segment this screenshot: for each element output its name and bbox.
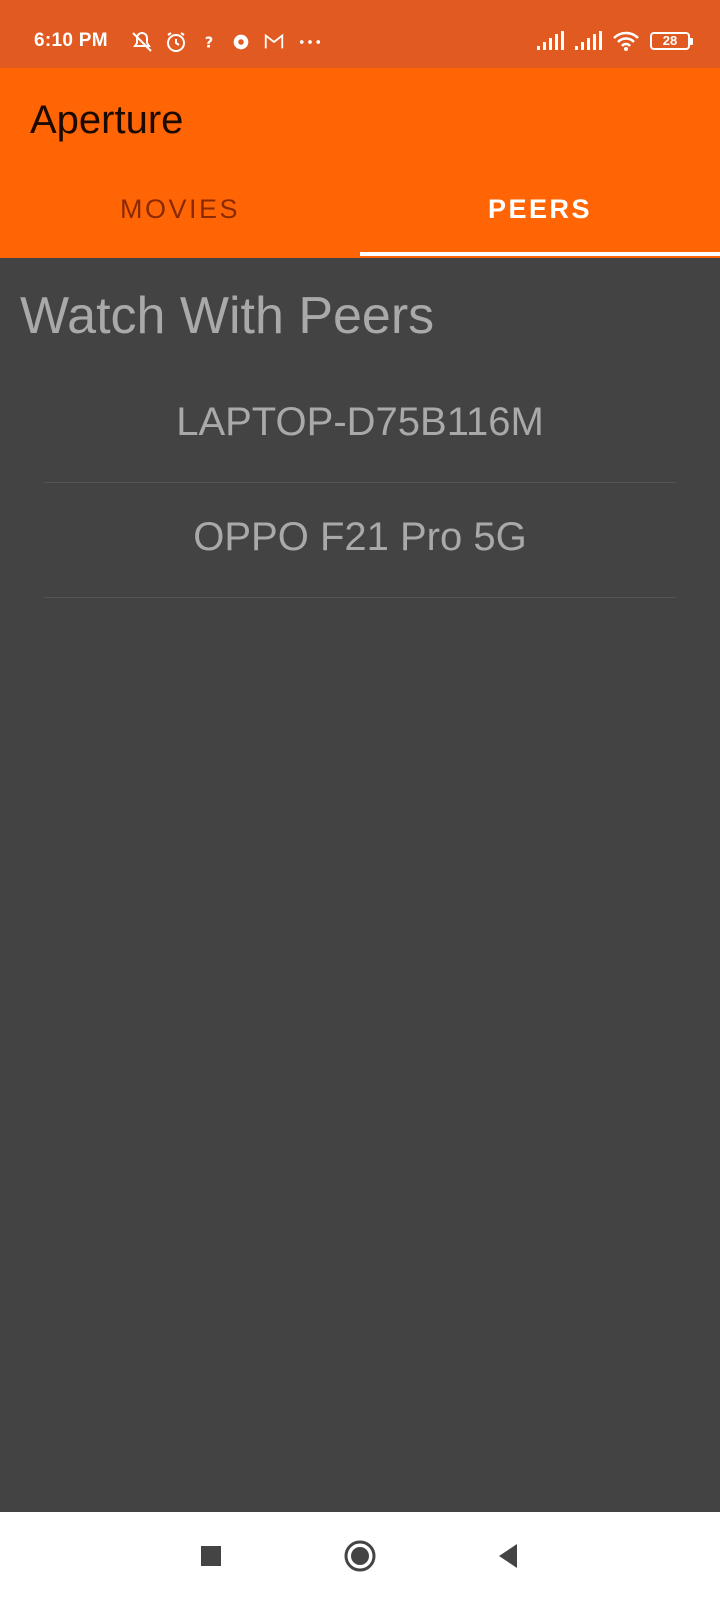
home-button[interactable] — [338, 1534, 382, 1578]
status-bar: 6:10 PM ? 28 — [0, 0, 720, 68]
gmail-icon — [264, 33, 284, 49]
svg-text:?: ? — [205, 35, 214, 52]
tab-selected-indicator — [360, 252, 720, 256]
signal-icon — [575, 31, 602, 50]
peer-list: LAPTOP-D75B116M OPPO F21 Pro 5G — [44, 368, 676, 598]
home-icon — [344, 1540, 376, 1572]
back-icon — [499, 1544, 517, 1568]
status-time: 6:10 PM — [34, 30, 108, 51]
peer-item[interactable]: LAPTOP-D75B116M — [44, 368, 676, 483]
alarm-icon — [167, 32, 185, 52]
back-button[interactable] — [486, 1534, 530, 1578]
peer-item[interactable]: OPPO F21 Pro 5G — [44, 483, 676, 598]
wifi-icon — [613, 31, 639, 51]
app-title: Aperture — [30, 98, 184, 142]
navigation-bar — [0, 1512, 720, 1600]
wifi-question-icon: ? — [205, 35, 214, 52]
battery-icon: 28 — [650, 32, 693, 50]
recents-button[interactable] — [189, 1534, 233, 1578]
signal-icon — [537, 31, 564, 50]
tab-peers[interactable]: PEERS — [360, 190, 720, 256]
record-icon — [233, 34, 249, 50]
mute-icon — [132, 31, 152, 52]
status-icons-right: 28 — [536, 30, 693, 52]
battery-level: 28 — [662, 33, 678, 48]
status-icons-left: ? — [130, 30, 324, 54]
tab-movies[interactable]: MOVIES — [0, 190, 360, 256]
page-title: Watch With Peers — [20, 287, 435, 345]
app-bar: Aperture MOVIES PEERS — [0, 68, 720, 258]
peers-content: Watch With Peers LAPTOP-D75B116M OPPO F2… — [0, 258, 720, 1512]
recents-icon — [201, 1546, 221, 1566]
more-dots-icon — [299, 40, 321, 44]
